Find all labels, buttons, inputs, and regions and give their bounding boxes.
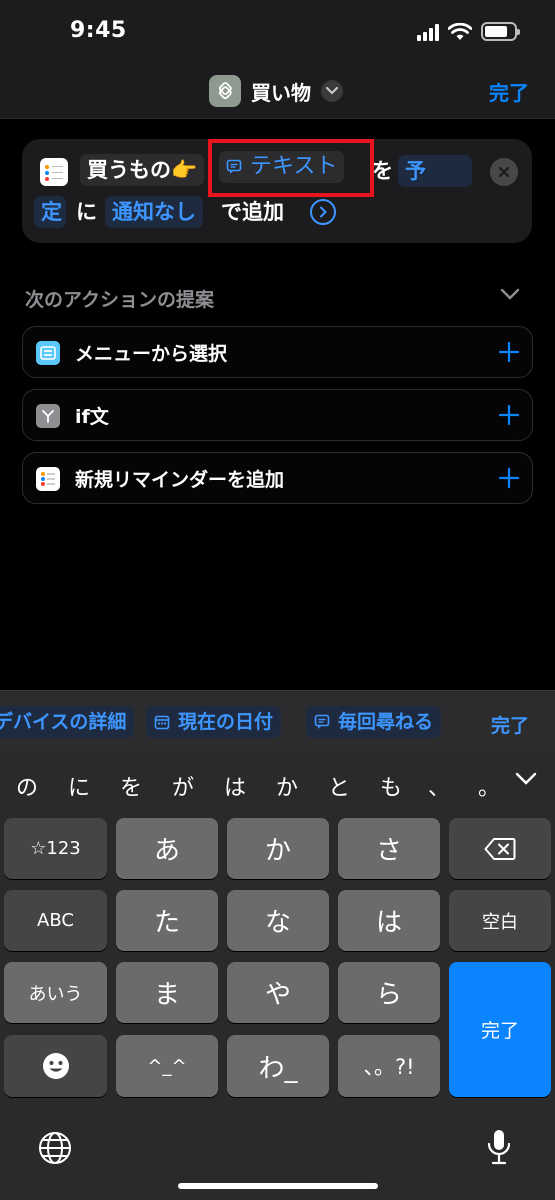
key-sa[interactable]: さ	[338, 818, 440, 879]
key-abc[interactable]: ABC	[4, 890, 107, 951]
return-key[interactable]: 完了	[449, 962, 551, 1097]
schedule-token[interactable]: 予	[398, 155, 472, 187]
nav-title: 買い物	[251, 80, 311, 105]
cellular-signal-icon	[417, 23, 439, 41]
chip-label: 毎回尋ねる	[338, 711, 434, 733]
ask-each-time-chip[interactable]: 毎回尋ねる	[306, 706, 442, 738]
chevron-down-icon[interactable]	[321, 80, 343, 102]
battery-icon	[481, 22, 520, 41]
collapse-chevron-icon[interactable]	[500, 288, 520, 300]
action-suffix: で追加	[221, 200, 284, 224]
alert-token[interactable]: 通知なし	[105, 196, 203, 228]
key-ma[interactable]: ま	[116, 962, 218, 1023]
close-icon	[498, 166, 510, 178]
candidate[interactable]: と	[328, 770, 350, 802]
key-kaomoji[interactable]: ^_^	[116, 1035, 218, 1097]
add-icon[interactable]	[498, 467, 520, 489]
delete-key[interactable]	[449, 818, 551, 879]
shortcut-layers-icon	[209, 75, 241, 107]
chevron-right-icon	[320, 206, 327, 218]
home-indicator[interactable]	[178, 1183, 378, 1189]
emoji-icon	[42, 1053, 69, 1079]
backspace-icon	[484, 837, 516, 860]
add-icon[interactable]	[498, 404, 520, 426]
reminder-list-token[interactable]: 買うもの👉	[80, 154, 205, 186]
device-details-chip[interactable]: デバイスの詳細	[0, 706, 135, 738]
candidate[interactable]: も	[380, 770, 402, 802]
key-punctuation[interactable]: 、。?!	[338, 1035, 440, 1097]
nav-bar: 買い物 完了	[0, 64, 555, 119]
key-ta[interactable]: た	[116, 890, 218, 951]
candidate[interactable]: 、	[428, 770, 450, 802]
microphone-icon[interactable]	[486, 1128, 512, 1166]
suggestions-title: 次のアクションの提案	[25, 289, 215, 311]
reminders-icon	[40, 158, 68, 186]
reminders-icon	[36, 467, 60, 491]
globe-icon[interactable]	[38, 1131, 72, 1165]
variable-accessory-bar: デバイスの詳細 現在の日付 毎回尋ねる 完了	[0, 690, 555, 752]
keyboard-done-button[interactable]: 完了	[491, 711, 529, 738]
key-kana[interactable]: あいう	[4, 962, 107, 1023]
status-icons	[417, 22, 520, 41]
candidate[interactable]: か	[276, 770, 298, 802]
suggestion-item-if[interactable]: if文	[22, 389, 533, 441]
status-bar: 9:45	[0, 0, 555, 64]
candidate[interactable]: に	[68, 770, 90, 802]
done-button[interactable]: 完了	[489, 77, 529, 106]
key-ya[interactable]: や	[227, 962, 329, 1023]
space-key[interactable]: 空白	[449, 890, 551, 951]
key-numbers[interactable]: ☆123	[4, 818, 107, 879]
key-ra[interactable]: ら	[338, 962, 440, 1023]
key-ha[interactable]: は	[338, 890, 440, 951]
candidate[interactable]: は	[224, 770, 246, 802]
emoji-key[interactable]	[4, 1035, 107, 1097]
candidate-bar: の に を が は か と も 、 。	[0, 752, 555, 814]
wifi-icon	[448, 22, 472, 40]
key-na[interactable]: な	[227, 890, 329, 951]
key-ka[interactable]: か	[227, 818, 329, 879]
suggestion-item-add-reminder[interactable]: 新規リマインダーを追加	[22, 452, 533, 504]
branch-icon	[36, 404, 60, 428]
show-more-button[interactable]	[310, 199, 336, 225]
schedule-token-cont[interactable]: 定	[34, 196, 66, 228]
add-icon[interactable]	[498, 341, 520, 363]
shortcut-title-menu[interactable]: 買い物	[209, 75, 343, 107]
speech-bubble-icon	[314, 714, 330, 729]
calendar-icon	[154, 715, 170, 730]
suggestion-item-choose-from-menu[interactable]: メニューから選択	[22, 326, 533, 378]
remove-action-button[interactable]	[490, 158, 518, 186]
suggestion-label: if文	[75, 406, 109, 428]
particle-ni: に	[76, 200, 97, 224]
candidate[interactable]: の	[16, 770, 38, 802]
key-wa[interactable]: わ_	[227, 1035, 329, 1097]
candidate[interactable]: 。	[478, 770, 500, 802]
chip-label: デバイスの詳細	[0, 711, 127, 733]
suggestion-label: 新規リマインダーを追加	[75, 469, 285, 491]
menu-icon	[36, 341, 60, 365]
highlight-annotation	[208, 139, 374, 197]
expand-candidates-icon[interactable]	[515, 772, 537, 786]
suggestion-label: メニューから選択	[75, 343, 228, 365]
candidate[interactable]: を	[120, 770, 142, 802]
particle-wo: を	[372, 159, 393, 183]
key-a[interactable]: あ	[116, 818, 218, 879]
status-time: 9:45	[70, 18, 127, 43]
chip-label: 現在の日付	[178, 711, 274, 733]
current-date-chip[interactable]: 現在の日付	[146, 706, 282, 738]
candidate[interactable]: が	[172, 770, 194, 802]
